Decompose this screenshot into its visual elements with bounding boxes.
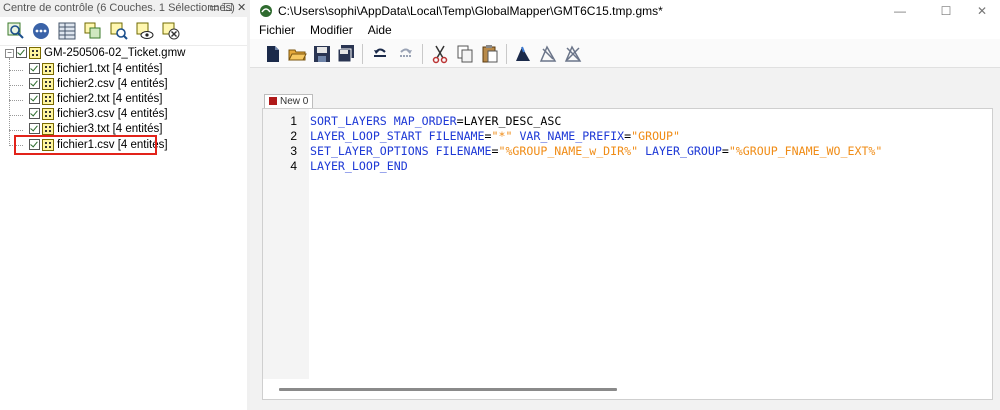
code-token: LAYER_LOOP_END	[310, 159, 408, 173]
checkbox-icon[interactable]	[29, 123, 40, 135]
code-editor[interactable]: 1 2 3 4 SORT_LAYERS MAP_ORDER=LAYER_DESC…	[262, 108, 993, 400]
code-token: SET_LAYER_OPTIONS	[310, 144, 436, 158]
vector-layer-icon	[42, 62, 54, 75]
code-token: LAYER_LOOP_START	[310, 129, 429, 143]
control-center-title: Centre de contrôle (6 Couches. 1 Sélecti…	[3, 2, 235, 14]
code-token: =LAYER_DESC_ASC	[456, 114, 562, 128]
script-editor-window: C:\Users\sophi\AppData\Local\Temp\Global…	[250, 0, 1000, 410]
stop-script-icon[interactable]	[563, 44, 583, 64]
vector-layer-icon	[42, 122, 54, 135]
unsaved-icon	[269, 97, 277, 106]
code-token: "*"	[491, 129, 513, 143]
paste-icon[interactable]	[480, 44, 500, 64]
save-icon[interactable]	[312, 44, 332, 64]
line-number: 1	[290, 114, 297, 128]
checkbox-icon[interactable]	[29, 93, 40, 105]
control-center-panel: Centre de contrôle (6 Couches. 1 Sélecti…	[0, 0, 249, 410]
code-token: VAR_NAME_PREFIX	[519, 129, 625, 143]
code-token: FILENAME	[428, 129, 485, 143]
code-token: FILENAME	[435, 144, 492, 158]
close-layer-icon[interactable]	[162, 22, 180, 40]
run-selection-icon[interactable]	[538, 44, 558, 64]
checkbox-icon[interactable]	[29, 63, 40, 75]
layer-options-icon[interactable]	[32, 22, 50, 40]
tree-item[interactable]: fichier2.csv [4 entités]	[29, 77, 168, 92]
tree-item-label: fichier2.txt [4 entités]	[57, 93, 163, 105]
tree-item[interactable]: fichier3.csv [4 entités]	[29, 107, 168, 122]
tree-item-label: fichier2.csv [4 entités]	[57, 78, 168, 90]
restore-icon[interactable]: ▭	[209, 0, 219, 17]
editor-title: C:\Users\sophi\AppData\Local\Temp\Global…	[278, 4, 663, 18]
checkbox-icon[interactable]	[29, 108, 40, 120]
redo-icon[interactable]	[396, 44, 416, 64]
workspace-icon	[29, 46, 41, 59]
code-token: SORT_LAYERS	[310, 114, 394, 128]
tree-root[interactable]: GM-250506-02_Ticket.gmw	[16, 46, 185, 61]
attribute-table-icon[interactable]	[58, 22, 76, 40]
duplicate-layer-icon[interactable]	[84, 22, 102, 40]
checkbox-icon[interactable]	[16, 47, 27, 59]
checkbox-icon[interactable]	[29, 78, 40, 90]
minimize-button[interactable]: —	[880, 0, 920, 22]
tree-item[interactable]: fichier1.txt [4 entités]	[29, 62, 162, 77]
tree-item-label: fichier1.txt [4 entités]	[57, 63, 163, 75]
save-all-icon[interactable]	[336, 44, 356, 64]
code-token: LAYER_GROUP	[645, 144, 722, 158]
code-line[interactable]: LAYER_LOOP_START FILENAME="*" VAR_NAME_P…	[310, 129, 680, 143]
line-number: 4	[290, 159, 297, 173]
control-center-toolbar	[0, 17, 248, 46]
code-line[interactable]: LAYER_LOOP_END	[310, 159, 408, 173]
menu-bar: Fichier Modifier Aide	[250, 22, 1000, 39]
code-token: "GROUP"	[631, 129, 680, 143]
close-icon[interactable]: ✕	[237, 0, 246, 17]
code-token: =	[484, 129, 492, 143]
code-token: "%GROUP_NAME_w_DIR%"	[498, 144, 639, 158]
maximize-icon[interactable]: ☐	[223, 0, 233, 17]
new-file-icon[interactable]	[263, 44, 283, 64]
line-number: 3	[290, 144, 297, 158]
maximize-button[interactable]: ☐	[926, 0, 966, 22]
vector-layer-icon	[42, 77, 54, 90]
editor-toolbar	[250, 39, 1000, 68]
selection-highlight	[14, 135, 157, 155]
tree-collapse-toggle[interactable]: −	[5, 49, 14, 58]
vector-layer-icon	[42, 92, 54, 105]
line-number-gutter: 1 2 3 4	[263, 109, 309, 379]
close-button[interactable]: ✕	[962, 0, 1000, 22]
tree-root-label: GM-250506-02_Ticket.gmw	[44, 47, 186, 59]
undo-icon[interactable]	[370, 44, 390, 64]
copy-icon[interactable]	[455, 44, 475, 64]
zoom-layer-icon[interactable]	[7, 22, 25, 40]
line-number: 2	[290, 129, 297, 143]
code-token: "%GROUP_FNAME_WO_EXT%"	[728, 144, 883, 158]
vector-layer-icon	[42, 107, 54, 120]
code-token: =	[721, 144, 729, 158]
document-tabs: New 0	[264, 93, 314, 109]
global-mapper-icon	[260, 5, 272, 17]
code-line[interactable]: SET_LAYER_OPTIONS FILENAME = "%GROUP_NAME_…	[310, 144, 882, 158]
cut-icon[interactable]	[430, 44, 450, 64]
horizontal-scrollbar[interactable]	[279, 388, 617, 391]
control-center-titlebar: Centre de contrôle (6 Couches. 1 Sélecti…	[0, 0, 248, 17]
menu-fichier[interactable]: Fichier	[259, 22, 295, 39]
code-line[interactable]: SORT_LAYERS MAP_ORDER=LAYER_DESC_ASC	[310, 114, 561, 128]
tree-item-label: fichier3.csv [4 entités]	[57, 108, 168, 120]
tab-new-0[interactable]: New 0	[264, 94, 314, 109]
menu-modifier[interactable]: Modifier	[310, 22, 353, 39]
editor-titlebar: C:\Users\sophi\AppData\Local\Temp\Global…	[250, 0, 1000, 22]
show-layer-icon[interactable]	[136, 22, 154, 40]
tree-item[interactable]: fichier2.txt [4 entités]	[29, 92, 162, 107]
search-layer-icon[interactable]	[110, 22, 128, 40]
run-script-icon[interactable]	[513, 44, 533, 64]
open-folder-icon[interactable]	[287, 44, 307, 64]
tree-item-label: fichier3.txt [4 entités]	[57, 123, 163, 135]
tab-label: New 0	[280, 96, 309, 107]
menu-aide[interactable]: Aide	[368, 22, 392, 39]
code-token: MAP_ORDER	[393, 114, 457, 128]
